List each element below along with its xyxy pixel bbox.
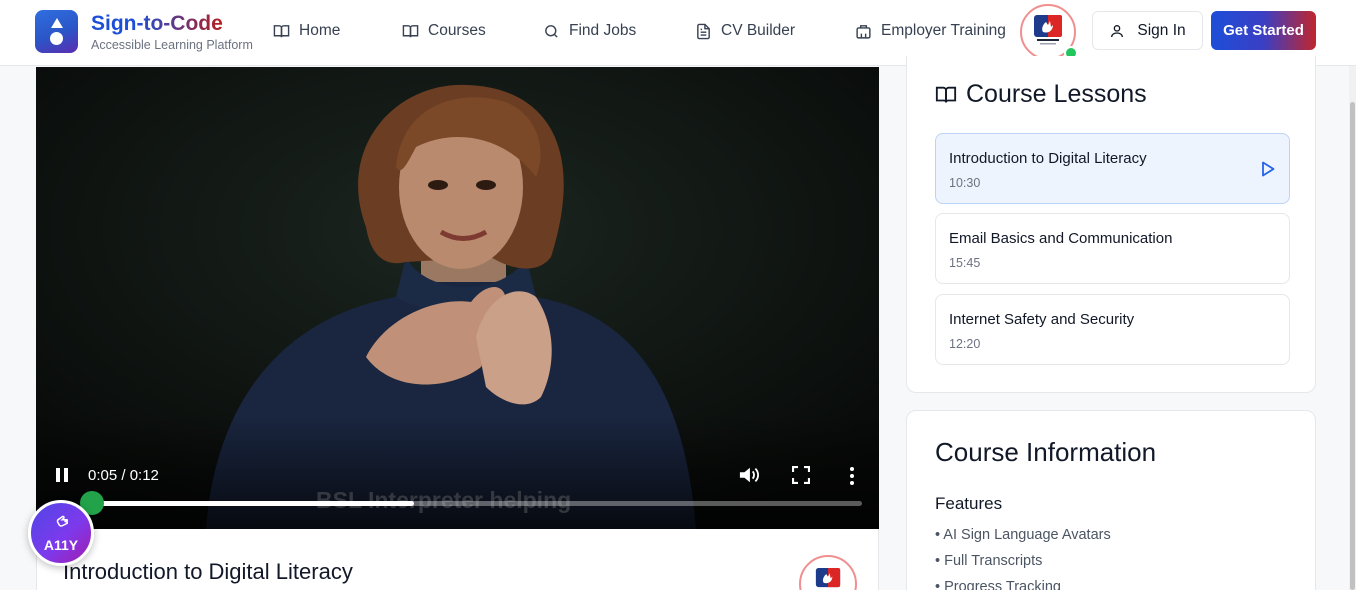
course-lessons-title: Course Lessons [966, 80, 1147, 108]
more-options-icon[interactable] [848, 466, 856, 486]
nav-courses[interactable]: Courses [402, 20, 486, 42]
book-open-icon [935, 86, 957, 103]
video-time: 0:05 / 0:12 [88, 467, 159, 484]
lesson-item-title: Email Basics and Communication [949, 230, 1173, 247]
lesson-title: Introduction to Digital Literacy [63, 559, 353, 584]
logo-icon[interactable] [35, 10, 78, 53]
lesson-avatar-badge [799, 555, 857, 590]
nav-home-label: Home [299, 22, 341, 39]
lesson-details-card: Introduction to Digital Literacy [36, 529, 879, 590]
brand-subtitle: Accessible Learning Platform [91, 38, 253, 52]
document-icon [697, 23, 710, 39]
volume-icon[interactable] [738, 465, 760, 485]
scrollbar-thumb[interactable] [1350, 102, 1355, 590]
pause-button[interactable] [54, 466, 70, 484]
accessibility-label: A11Y [43, 537, 79, 553]
video-progress-bar[interactable] [90, 501, 862, 506]
lesson-item-title: Internet Safety and Security [949, 311, 1135, 328]
brand-title[interactable]: Sign-to-Code [91, 12, 223, 36]
book-open-icon [273, 24, 290, 37]
nav-find-jobs-label: Find Jobs [569, 22, 637, 39]
user-icon [1111, 24, 1124, 37]
sign-in-button[interactable]: Sign In [1092, 11, 1203, 50]
book-open-icon [402, 24, 419, 37]
lesson-item[interactable]: Internet Safety and Security 12:20 [935, 294, 1290, 365]
nav-cv-builder[interactable]: CV Builder [695, 20, 795, 42]
feature-item: • Progress Tracking [935, 579, 1061, 590]
lesson-item-duration: 12:20 [949, 337, 981, 351]
nav-find-jobs[interactable]: Find Jobs [543, 20, 636, 42]
course-information-heading: Course Information [935, 437, 1157, 467]
nav-courses-label: Courses [428, 22, 486, 39]
search-icon [545, 24, 558, 38]
sign-to-code-badge-icon [815, 568, 841, 588]
get-started-button[interactable]: Get Started [1211, 11, 1316, 50]
lesson-item-title: Introduction to Digital Literacy [949, 150, 1147, 167]
sign-language-avatar-video-frame [36, 67, 879, 529]
nav-employer-training[interactable]: Employer Training [855, 20, 1006, 42]
nav-home[interactable]: Home [273, 20, 340, 42]
sign-to-code-badge-icon [1034, 15, 1062, 45]
sign-in-label: Sign In [1137, 21, 1186, 39]
lesson-item[interactable]: Email Basics and Communication 15:45 [935, 213, 1290, 284]
course-lessons-panel: Course Lessons Introduction to Digital L… [906, 56, 1316, 393]
lesson-item-duration: 15:45 [949, 256, 981, 270]
fullscreen-icon[interactable] [792, 466, 810, 484]
lesson-item[interactable]: Introduction to Digital Literacy 10:30 [935, 133, 1290, 204]
accessibility-button[interactable]: A11Y [28, 500, 94, 566]
video-progress-fill [90, 501, 415, 506]
feature-item: • Full Transcripts [935, 553, 1043, 569]
features-heading: Features [935, 494, 1003, 513]
hand-sign-icon [56, 515, 69, 527]
nav-cv-builder-label: CV Builder [721, 22, 796, 39]
course-information-panel: Course Information Features • AI Sign La… [906, 410, 1316, 590]
play-icon[interactable] [1261, 161, 1275, 177]
page-scrollbar[interactable] [1349, 66, 1356, 590]
video-player[interactable]: BSL Interpreter helping 0:05 / 0:12 [36, 67, 879, 529]
feature-item: • AI Sign Language Avatars [935, 527, 1111, 543]
user-avatar[interactable] [1020, 4, 1078, 60]
lesson-item-duration: 10:30 [949, 176, 981, 190]
course-lessons-heading: Course Lessons [935, 80, 1147, 109]
building-icon [856, 24, 871, 39]
nav-employer-training-label: Employer Training [881, 22, 1006, 39]
